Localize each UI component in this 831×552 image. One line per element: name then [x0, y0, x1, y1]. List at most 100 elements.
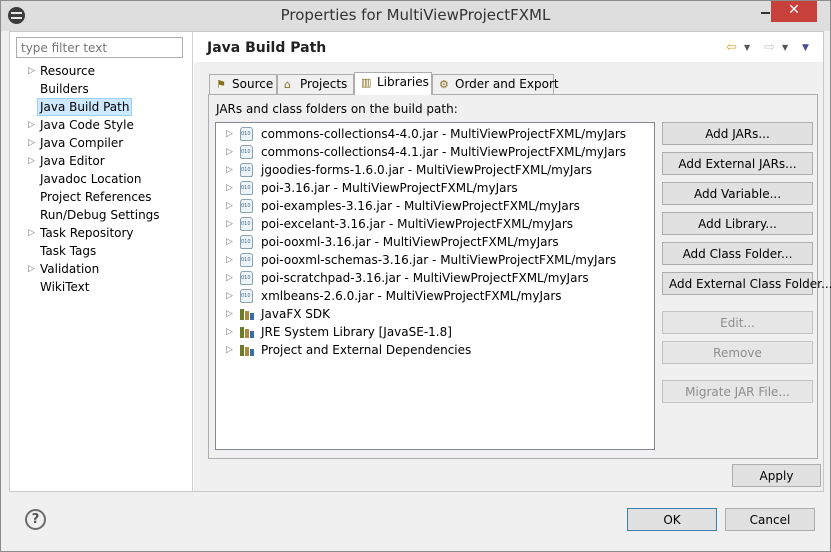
- expand-chevron-icon[interactable]: ▷: [226, 305, 233, 323]
- expand-chevron-icon[interactable]: ▷: [226, 269, 233, 287]
- expand-chevron-icon[interactable]: ▷: [28, 116, 36, 134]
- build-path-entry[interactable]: ▷ jgoodies-forms-1.6.0.jar - MultiViewPro…: [216, 161, 654, 179]
- jar-icon: [240, 127, 253, 141]
- expand-chevron-icon[interactable]: ▷: [226, 341, 233, 359]
- expand-chevron-icon[interactable]: ▷: [28, 134, 36, 152]
- source-folder-icon: ⚑: [216, 78, 226, 91]
- build-path-entry[interactable]: ▷ commons-collections4-4.0.jar - MultiVie…: [216, 125, 654, 143]
- libraries-icon: ▥: [361, 76, 372, 89]
- back-arrow-icon[interactable]: ⇦: [726, 40, 737, 56]
- sidebar-item-project-references[interactable]: Project References: [10, 188, 193, 206]
- filter-input[interactable]: [16, 37, 183, 58]
- build-path-entry[interactable]: ▷ xmlbeans-2.6.0.jar - MultiViewProjectFX…: [216, 287, 654, 305]
- cancel-button[interactable]: Cancel: [725, 508, 815, 531]
- order-export-icon: ⚙: [439, 78, 449, 91]
- forward-history-dropdown-icon[interactable]: ▼: [782, 40, 788, 56]
- close-button[interactable]: ✕: [771, 1, 817, 22]
- sidebar-item-javadoc-location[interactable]: Javadoc Location: [10, 170, 193, 188]
- sidebar-item-builders[interactable]: Builders: [10, 80, 193, 98]
- tab-projects[interactable]: ⌂ Projects: [277, 74, 354, 94]
- edit-button[interactable]: Edit...: [662, 311, 813, 334]
- libraries-caption: JARs and class folders on the build path…: [216, 102, 458, 116]
- add-variable-button[interactable]: Add Variable...: [662, 182, 813, 205]
- add-library-button[interactable]: Add Library...: [662, 212, 813, 235]
- migrate-jar-file-button[interactable]: Migrate JAR File...: [662, 380, 813, 403]
- sidebar-item-label: Task Tags: [40, 244, 97, 258]
- sidebar-item-task-tags[interactable]: Task Tags: [10, 242, 193, 260]
- sidebar-item-label: Resource: [40, 64, 96, 78]
- sidebar-item-java-code-style[interactable]: ▷ Java Code Style: [10, 116, 193, 134]
- properties-dialog: Properties for MultiViewProjectFXML ✕ ▷ R…: [0, 0, 831, 552]
- sidebar-item-validation[interactable]: ▷ Validation: [10, 260, 193, 278]
- ok-button[interactable]: OK: [627, 508, 717, 531]
- expand-chevron-icon[interactable]: ▷: [226, 197, 233, 215]
- tab-source[interactable]: ⚑ Source: [209, 74, 277, 94]
- page-navigation: ⇦ ▼ ⇨ ▼ ▼: [726, 40, 821, 56]
- expand-chevron-icon[interactable]: ▷: [226, 215, 233, 233]
- add-jars-button[interactable]: Add JARs...: [662, 122, 813, 145]
- entry-label: poi-3.16.jar - MultiViewProjectFXML/myJa…: [261, 181, 518, 195]
- build-path-entry[interactable]: ▷ poi-ooxml-3.16.jar - MultiViewProjectFX…: [216, 233, 654, 251]
- sidebar-item-wikitext[interactable]: WikiText: [10, 278, 193, 296]
- build-path-entry[interactable]: ▷ poi-examples-3.16.jar - MultiViewProjec…: [216, 197, 654, 215]
- build-path-entries-list[interactable]: ▷ commons-collections4-4.0.jar - MultiVie…: [215, 122, 655, 450]
- build-path-entry[interactable]: ▷ poi-3.16.jar - MultiViewProjectFXML/myJ…: [216, 179, 654, 197]
- tab-label: Source: [232, 77, 274, 91]
- expand-chevron-icon[interactable]: ▷: [28, 62, 36, 80]
- entry-label: poi-ooxml-schemas-3.16.jar - MultiViewPr…: [261, 253, 617, 267]
- help-icon[interactable]: ?: [25, 509, 46, 530]
- sidebar-item-label: Javadoc Location: [40, 172, 142, 186]
- page-header: Java Build Path ⇦ ▼ ⇨ ▼ ▼: [194, 32, 823, 62]
- add-external-class-folder-button[interactable]: Add External Class Folder...: [662, 272, 831, 295]
- sidebar-item-label: WikiText: [40, 280, 90, 294]
- tab-label: Libraries: [377, 75, 429, 89]
- build-path-entry[interactable]: ▷ commons-collections4-4.1.jar - MultiVie…: [216, 143, 654, 161]
- dialog-body: ▷ResourceBuildersJava Build Path▷Java Co…: [9, 31, 831, 492]
- build-path-entry[interactable]: ▷ JavaFX SDK: [216, 305, 654, 323]
- sidebar-item-label: Builders: [40, 82, 89, 96]
- expand-chevron-icon[interactable]: ▷: [28, 260, 36, 278]
- library-icon: [239, 308, 255, 320]
- build-path-entry[interactable]: ▷ poi-scratchpad-3.16.jar - MultiViewProj…: [216, 269, 654, 287]
- sidebar-item-label: Java Compiler: [40, 136, 124, 150]
- build-path-entry[interactable]: ▷ poi-ooxml-schemas-3.16.jar - MultiViewP…: [216, 251, 654, 269]
- build-path-entry[interactable]: ▷ Project and External Dependencies: [216, 341, 654, 359]
- sidebar-item-java-editor[interactable]: ▷ Java Editor: [10, 152, 193, 170]
- expand-chevron-icon[interactable]: ▷: [28, 152, 36, 170]
- sidebar-item-resource[interactable]: ▷ Resource: [10, 62, 193, 80]
- expand-chevron-icon[interactable]: ▷: [226, 125, 233, 143]
- library-icon: [239, 326, 255, 338]
- title-bar[interactable]: Properties for MultiViewProjectFXML ✕: [1, 1, 830, 31]
- entry-label: JRE System Library [JavaSE-1.8]: [261, 325, 452, 339]
- jar-icon: [240, 199, 253, 213]
- expand-chevron-icon[interactable]: ▷: [226, 143, 233, 161]
- jar-icon: [240, 217, 253, 231]
- tab-libraries[interactable]: ▥ Libraries: [354, 72, 432, 95]
- remove-button[interactable]: Remove: [662, 341, 813, 364]
- build-path-entry[interactable]: ▷ JRE System Library [JavaSE-1.8]: [216, 323, 654, 341]
- tab-label: Order and Export: [455, 77, 559, 91]
- forward-arrow-icon[interactable]: ⇨: [764, 40, 775, 56]
- tab-order-and-export[interactable]: ⚙ Order and Export: [432, 74, 559, 94]
- add-external-jars-button[interactable]: Add External JARs...: [662, 152, 813, 175]
- expand-chevron-icon[interactable]: ▷: [226, 179, 233, 197]
- sidebar-item-java-build-path[interactable]: Java Build Path: [10, 98, 193, 116]
- sidebar-item-run-debug-settings[interactable]: Run/Debug Settings: [10, 206, 193, 224]
- back-history-dropdown-icon[interactable]: ▼: [744, 40, 750, 56]
- sidebar-item-task-repository[interactable]: ▷ Task Repository: [10, 224, 193, 242]
- add-class-folder-button[interactable]: Add Class Folder...: [662, 242, 813, 265]
- expand-chevron-icon[interactable]: ▷: [28, 224, 36, 242]
- view-menu-icon[interactable]: ▼: [802, 40, 809, 56]
- build-path-entry[interactable]: ▷ poi-excelant-3.16.jar - MultiViewProjec…: [216, 215, 654, 233]
- sidebar-item-label: Java Editor: [40, 154, 105, 168]
- expand-chevron-icon[interactable]: ▷: [226, 287, 233, 305]
- apply-button[interactable]: Apply: [732, 464, 821, 487]
- expand-chevron-icon[interactable]: ▷: [226, 323, 233, 341]
- expand-chevron-icon[interactable]: ▷: [226, 161, 233, 179]
- expand-chevron-icon[interactable]: ▷: [226, 233, 233, 251]
- sidebar-item-java-compiler[interactable]: ▷ Java Compiler: [10, 134, 193, 152]
- jar-icon: [240, 163, 253, 177]
- jar-icon: [240, 235, 253, 249]
- expand-chevron-icon[interactable]: ▷: [226, 251, 233, 269]
- page-title: Java Build Path: [207, 40, 327, 56]
